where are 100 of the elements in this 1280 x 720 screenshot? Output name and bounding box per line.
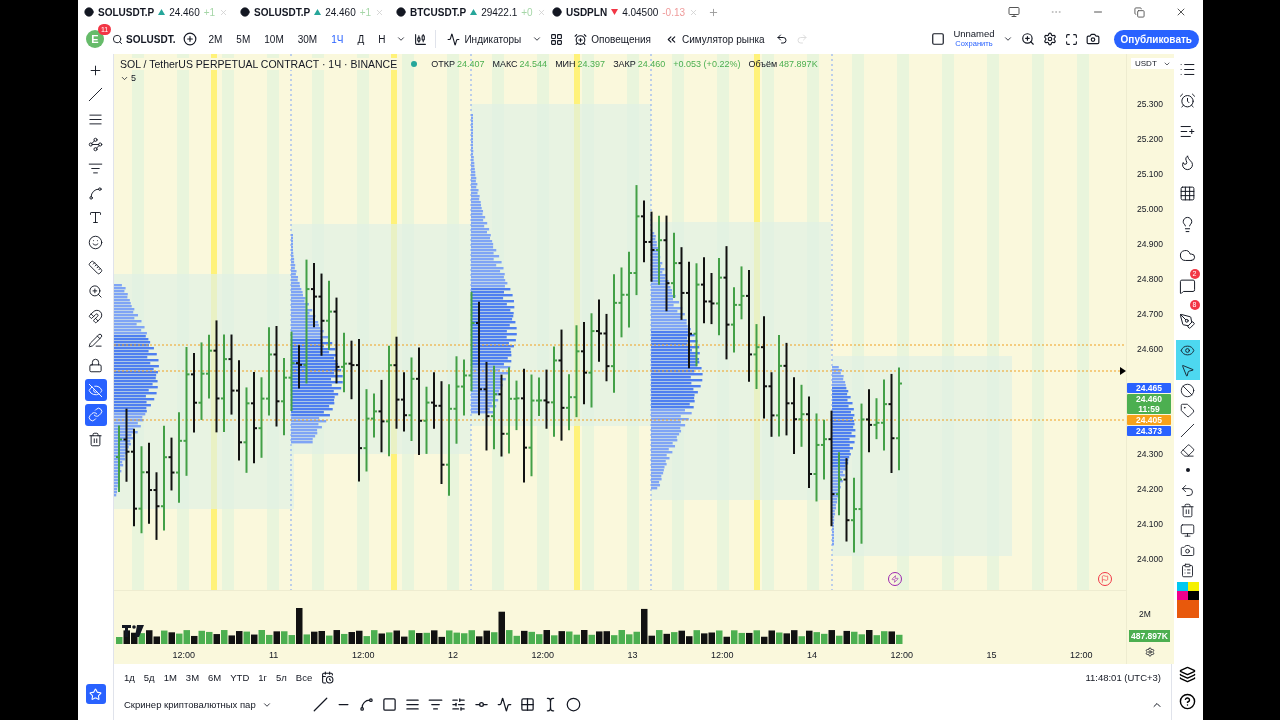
- interval-button[interactable]: 5М: [233, 33, 254, 45]
- price-tick: 24.900: [1136, 238, 1164, 251]
- symbol-search[interactable]: SOLUSDT.: [112, 33, 176, 45]
- indicators-button[interactable]: Индикаторы: [444, 32, 525, 46]
- volume-last-label: 487.897K: [1129, 630, 1170, 642]
- no-magnet-icon: [1180, 382, 1195, 398]
- add-symbol-icon[interactable]: [183, 32, 198, 46]
- chevron-down-icon[interactable]: [396, 34, 407, 44]
- time-label: 12:00: [1068, 649, 1094, 660]
- path-icon[interactable]: [497, 697, 512, 712]
- add-tab-icon[interactable]: [708, 6, 719, 18]
- ohlc-value: 24.397: [577, 59, 606, 69]
- time-label: 12: [447, 649, 460, 660]
- help-icon[interactable]: [1179, 693, 1196, 710]
- eraser-icon: [1180, 442, 1195, 458]
- time-label: 14: [806, 649, 818, 660]
- screener-dropdown[interactable]: Скринер криптовалютных пар: [124, 699, 304, 710]
- wave-icon: [447, 32, 461, 46]
- layout-icon[interactable]: [550, 32, 564, 46]
- publish-button[interactable]: Опубликовать: [1113, 29, 1199, 49]
- line-tool-icon[interactable]: [313, 697, 328, 712]
- monitor-icon[interactable]: [1008, 6, 1020, 18]
- interval-button[interactable]: 10М: [261, 33, 287, 45]
- status-dot: [411, 61, 418, 67]
- price-tick: 25.100: [1136, 168, 1164, 181]
- candles-icon[interactable]: [414, 32, 428, 46]
- interval-button[interactable]: Н: [375, 33, 389, 45]
- lightning-icon[interactable]: [888, 572, 902, 586]
- currency-select[interactable]: USDT: [1131, 58, 1175, 69]
- camera-icon[interactable]: [1085, 32, 1100, 46]
- price-tick: 25.000: [1136, 203, 1164, 216]
- sliders-icon[interactable]: [451, 697, 466, 712]
- layers-icon[interactable]: [1179, 666, 1196, 683]
- tab-change: -0.13: [662, 6, 686, 18]
- chevron-down-icon[interactable]: [532, 34, 543, 44]
- interval-button[interactable]: 30М: [294, 33, 321, 45]
- checkbox-icon[interactable]: [931, 32, 946, 46]
- fullscreen-icon[interactable]: [1064, 32, 1078, 46]
- trash-icon: [1180, 502, 1195, 518]
- ohlc-label: МИН: [555, 59, 576, 69]
- coin-icon: [84, 7, 94, 17]
- cursor-icon: [1180, 362, 1195, 378]
- time-label: 12:00: [889, 649, 914, 660]
- list-icon[interactable]: [428, 697, 443, 712]
- tab-symbol[interactable]: BTCUSDT.P: [410, 6, 467, 18]
- settings-icon[interactable]: [1145, 647, 1155, 657]
- ellipse-icon[interactable]: [566, 697, 581, 712]
- range-button[interactable]: 6М: [208, 672, 222, 683]
- layout-name[interactable]: Unnamed: [953, 29, 995, 39]
- close-icon[interactable]: [1175, 6, 1187, 18]
- favorites-button[interactable]: [85, 684, 106, 704]
- cloud-icon: [1179, 247, 1196, 264]
- cursor-button[interactable]: [1175, 360, 1200, 380]
- coin-icon: [240, 7, 250, 17]
- grid-icon[interactable]: [520, 697, 535, 712]
- interval-button[interactable]: Д: [354, 33, 368, 45]
- range-button[interactable]: 5д: [143, 672, 155, 683]
- tab-symbol[interactable]: SOLUSDT.P: [98, 6, 155, 18]
- interval-button[interactable]: 2М: [205, 33, 226, 45]
- tab-price: 29422.1: [481, 6, 518, 18]
- rectangle-icon[interactable]: [382, 697, 397, 712]
- chevron-down-icon[interactable]: [1002, 34, 1013, 44]
- clock: 11:48:01 (UTC+3): [1085, 672, 1162, 683]
- range-button[interactable]: 1д: [124, 672, 135, 683]
- undo-icon[interactable]: [775, 33, 788, 45]
- zoom-icon[interactable]: [1020, 32, 1035, 46]
- indicators-toggle[interactable]: 5: [120, 73, 818, 83]
- tab-symbol[interactable]: SOLUSDT.P: [254, 6, 311, 18]
- volume-value: 487.897K: [779, 59, 818, 69]
- price-tick: 25.300: [1136, 98, 1164, 111]
- alarm-clock-icon: [574, 32, 588, 46]
- tab-change: +1: [203, 6, 216, 18]
- range-button[interactable]: 5л: [276, 672, 287, 683]
- restore-icon[interactable]: [1134, 6, 1145, 18]
- ohlc-label: ЗАКР: [613, 59, 636, 69]
- add-list-icon: [1179, 123, 1196, 140]
- tab-symbol[interactable]: USDPLN: [566, 6, 608, 18]
- fib-icon[interactable]: [405, 697, 420, 712]
- range-button[interactable]: 3М: [185, 672, 200, 683]
- range-button[interactable]: 1М: [163, 672, 177, 683]
- undo-icon: [1180, 482, 1195, 498]
- change-value: +0.053 (+0.22%): [673, 59, 741, 69]
- range-button[interactable]: 1г: [258, 672, 267, 683]
- curve-icon[interactable]: [359, 697, 374, 712]
- ohlc-value: 24.460: [637, 59, 666, 69]
- line-icon: [1180, 422, 1195, 438]
- price-tick: 24.700: [1136, 308, 1164, 321]
- alerts-button[interactable]: Оповещения: [571, 32, 654, 46]
- interval-button[interactable]: 1Ч: [328, 33, 347, 45]
- range-button[interactable]: Все: [295, 672, 313, 683]
- link-icon[interactable]: [84, 403, 107, 426]
- coin-icon: [552, 7, 562, 17]
- color-palette-drawing[interactable]: [1176, 582, 1199, 618]
- eye-off-icon[interactable]: [84, 379, 107, 401]
- range-button[interactable]: YTD: [230, 672, 250, 683]
- calendar-icon[interactable]: [321, 671, 335, 684]
- replay-button[interactable]: Симулятор рынка: [662, 32, 768, 46]
- eye-button[interactable]: [1175, 340, 1200, 360]
- settings-icon[interactable]: [1042, 32, 1057, 46]
- search-icon: [112, 33, 123, 45]
